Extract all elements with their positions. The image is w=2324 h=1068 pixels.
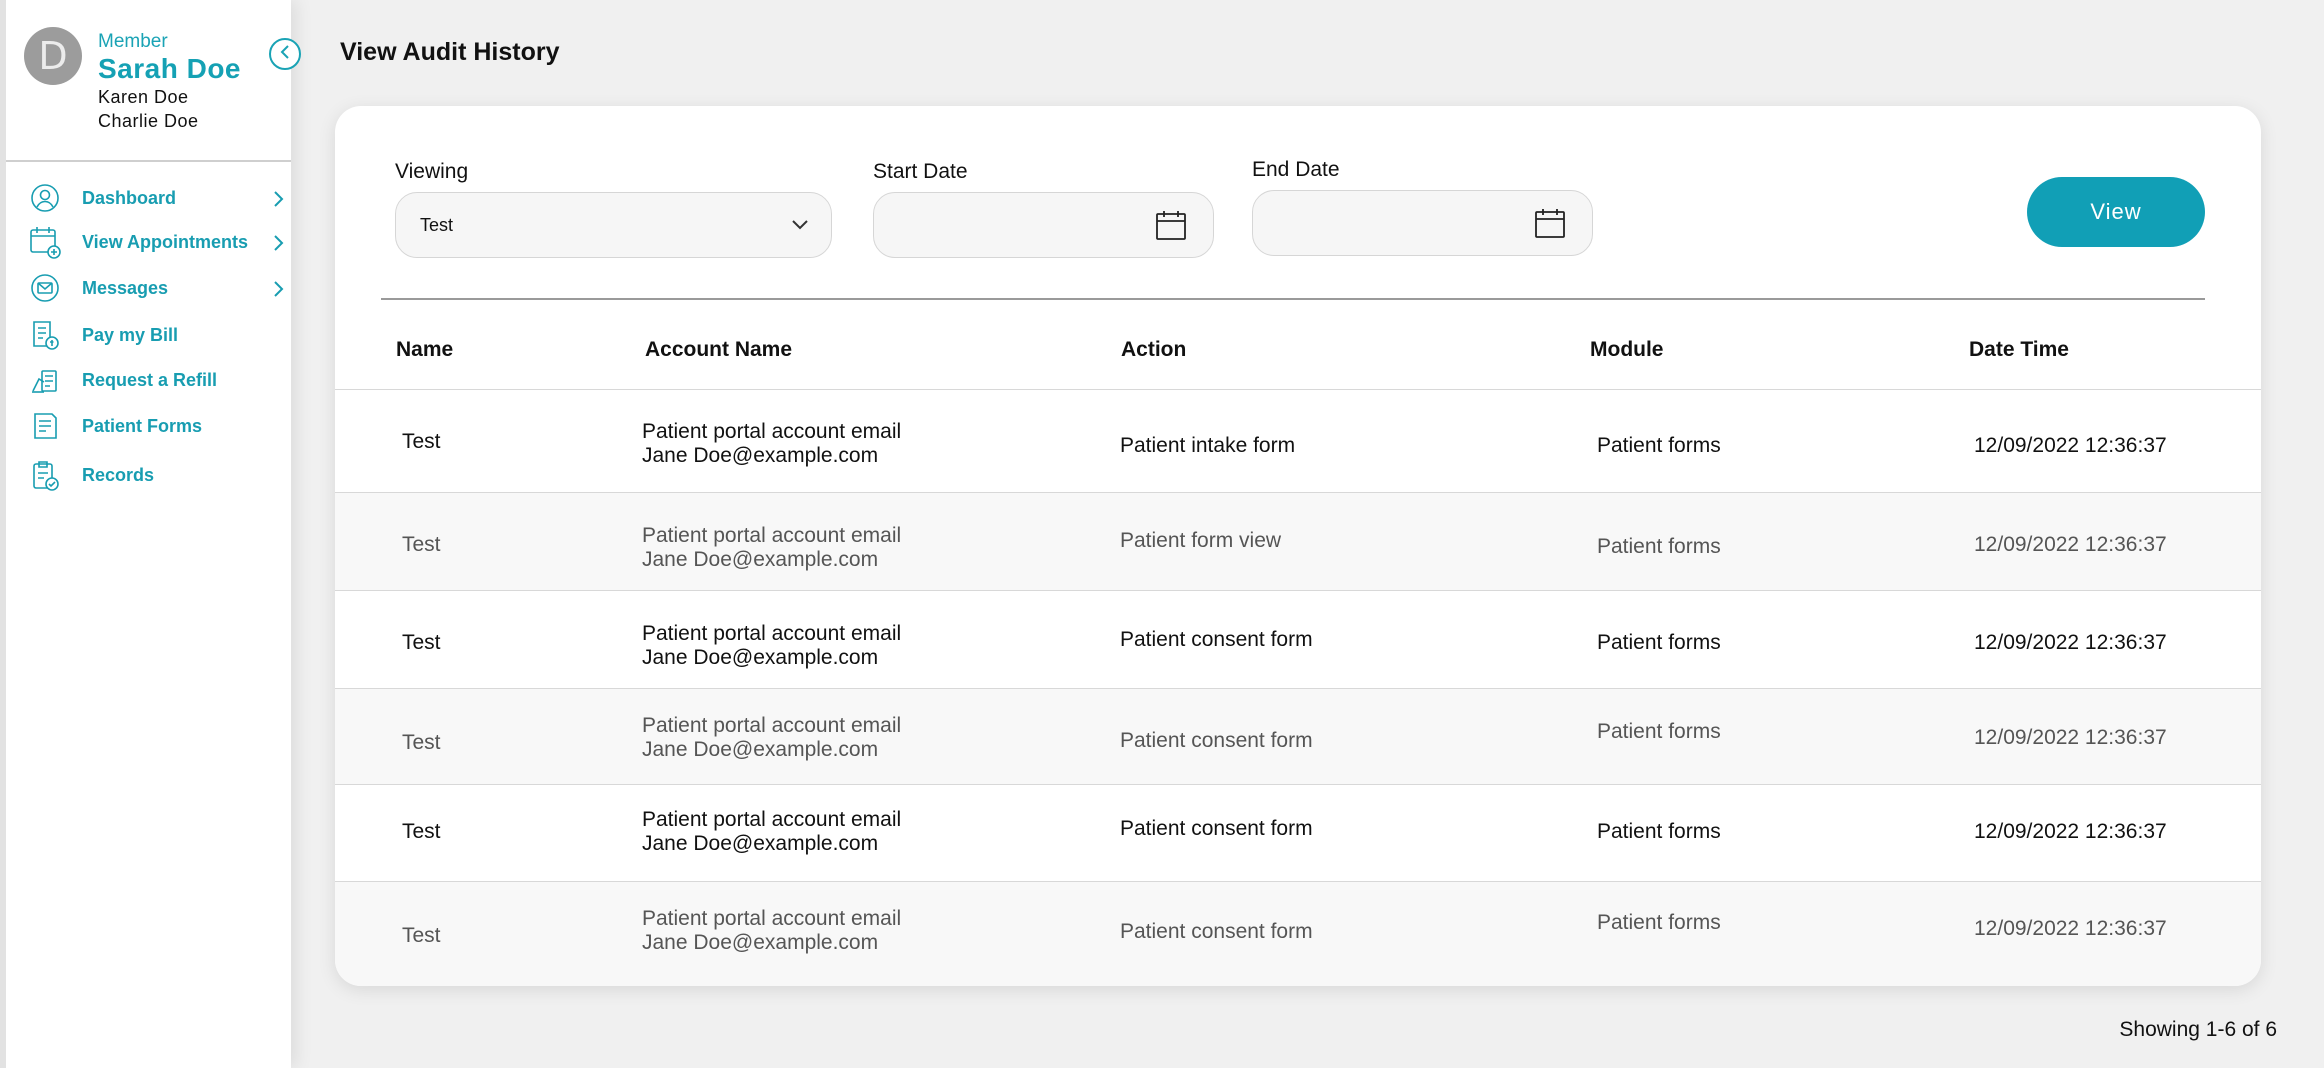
chevron-right-icon (272, 190, 284, 213)
cell-datetime: 12/09/2022 12:36:37 (1974, 726, 2167, 749)
table-header: Name Account Name Action Module Date Tim… (335, 300, 2261, 390)
cell-account-line2: Jane Doe@example.com (642, 931, 879, 954)
sidebar-item-label: Records (82, 464, 155, 485)
sidebar-item-label: Messages (82, 277, 169, 298)
column-header-action[interactable]: Action (1121, 338, 1186, 362)
column-header-name[interactable]: Name (396, 338, 453, 362)
cell-account-line2: Jane Doe@example.com (642, 832, 879, 855)
cell-action: Patient intake form (1120, 434, 1296, 457)
cell-module: Patient forms (1597, 535, 1721, 558)
viewing-select-value: Test (420, 215, 454, 235)
view-button[interactable]: View (2027, 177, 2205, 247)
cell-account-line1: Patient portal account email (642, 622, 902, 645)
cell-module: Patient forms (1597, 720, 1721, 743)
sidebar-item-records[interactable]: Records (28, 457, 288, 493)
cell-name: Test (402, 820, 441, 843)
cell-action: Patient consent form (1120, 817, 1313, 840)
cell-account-line2: Jane Doe@example.com (642, 738, 879, 761)
cell-account-line2: Jane Doe@example.com (642, 444, 879, 467)
cell-datetime: 12/09/2022 12:36:37 (1974, 917, 2167, 940)
bill-icon (28, 318, 62, 352)
sidebar: D Member Sarah Doe Karen Doe Charlie Doe… (0, 0, 291, 1068)
cell-action: Patient consent form (1120, 920, 1313, 943)
cell-action: Patient consent form (1120, 628, 1313, 651)
table-row[interactable]: Test Patient portal account email Jane D… (335, 882, 2261, 986)
start-date-input[interactable] (873, 192, 1214, 258)
pagination-status: Showing 1-6 of 6 (2119, 1018, 2277, 1041)
table-row[interactable]: Test Patient portal account email Jane D… (335, 493, 2261, 591)
cell-name: Test (402, 731, 441, 754)
cell-name: Test (402, 533, 441, 556)
user-circle-icon (28, 181, 62, 215)
chevron-down-icon (791, 217, 809, 236)
chevron-left-icon (278, 44, 292, 65)
collapse-sidebar-button[interactable] (269, 38, 301, 70)
sidebar-item-view-appointments[interactable]: View Appointments (28, 224, 288, 260)
audit-history-card: Viewing Test Start Date End Date View Na… (335, 106, 2261, 986)
calendar-add-icon (28, 225, 62, 259)
cell-account-line1: Patient portal account email (642, 808, 902, 831)
dependent-charlie[interactable]: Charlie Doe (98, 111, 199, 132)
column-header-account-name[interactable]: Account Name (645, 338, 792, 362)
member-label: Member (98, 31, 168, 52)
sidebar-item-dashboard[interactable]: Dashboard (28, 180, 288, 216)
cell-module: Patient forms (1597, 820, 1721, 843)
refill-icon (28, 363, 62, 397)
sidebar-item-label: Dashboard (82, 187, 177, 208)
forms-icon (28, 409, 62, 443)
table-row[interactable]: Test Patient portal account email Jane D… (335, 689, 2261, 785)
dependent-karen[interactable]: Karen Doe (98, 87, 189, 108)
envelope-icon (28, 271, 62, 305)
end-date-label: End Date (1252, 158, 1340, 181)
cell-datetime: 12/09/2022 12:36:37 (1974, 631, 2167, 654)
cell-datetime: 12/09/2022 12:36:37 (1974, 434, 2167, 457)
cell-datetime: 12/09/2022 12:36:37 (1974, 820, 2167, 843)
cell-module: Patient forms (1597, 911, 1721, 934)
cell-action: Patient form view (1120, 529, 1282, 552)
chevron-right-icon (272, 280, 284, 303)
page-title: View Audit History (340, 38, 560, 66)
sidebar-item-label: Patient Forms (82, 415, 203, 436)
cell-account-line2: Jane Doe@example.com (642, 548, 879, 571)
cell-account-line1: Patient portal account email (642, 524, 902, 547)
sidebar-item-patient-forms[interactable]: Patient Forms (28, 408, 288, 444)
table-row[interactable]: Test Patient portal account email Jane D… (335, 785, 2261, 882)
profile-section: D Member Sarah Doe Karen Doe Charlie Doe (6, 0, 291, 162)
member-name[interactable]: Sarah Doe (98, 53, 241, 85)
cell-account-line1: Patient portal account email (642, 420, 902, 443)
cell-module: Patient forms (1597, 434, 1721, 457)
sidebar-item-label: View Appointments (82, 231, 249, 252)
table-row[interactable]: Test Patient portal account email Jane D… (335, 591, 2261, 689)
cell-name: Test (402, 430, 441, 453)
sidebar-item-messages[interactable]: Messages (28, 270, 288, 306)
viewing-label: Viewing (395, 160, 469, 183)
cell-name: Test (402, 924, 441, 947)
clipboard-check-icon (28, 458, 62, 492)
sidebar-item-request-refill[interactable]: Request a Refill (28, 362, 288, 398)
calendar-icon[interactable] (1534, 207, 1566, 244)
cell-account-line1: Patient portal account email (642, 714, 902, 737)
sidebar-item-label: Request a Refill (82, 369, 218, 390)
cell-datetime: 12/09/2022 12:36:37 (1974, 533, 2167, 556)
end-date-input[interactable] (1252, 190, 1593, 256)
start-date-label: Start Date (873, 160, 968, 183)
sidebar-item-label: Pay my Bill (82, 324, 179, 345)
avatar[interactable]: D (24, 27, 82, 85)
cell-account-line1: Patient portal account email (642, 907, 902, 930)
viewing-select[interactable]: Test (395, 192, 832, 258)
calendar-icon[interactable] (1155, 209, 1187, 246)
column-header-date-time[interactable]: Date Time (1969, 338, 2069, 362)
sidebar-item-pay-my-bill[interactable]: Pay my Bill (28, 317, 288, 353)
cell-name: Test (402, 631, 441, 654)
cell-module: Patient forms (1597, 631, 1721, 654)
cell-action: Patient consent form (1120, 729, 1313, 752)
chevron-right-icon (272, 234, 284, 257)
cell-account-line2: Jane Doe@example.com (642, 646, 879, 669)
table-row[interactable]: Test Patient portal account email Jane D… (335, 390, 2261, 493)
column-header-module[interactable]: Module (1590, 338, 1664, 362)
